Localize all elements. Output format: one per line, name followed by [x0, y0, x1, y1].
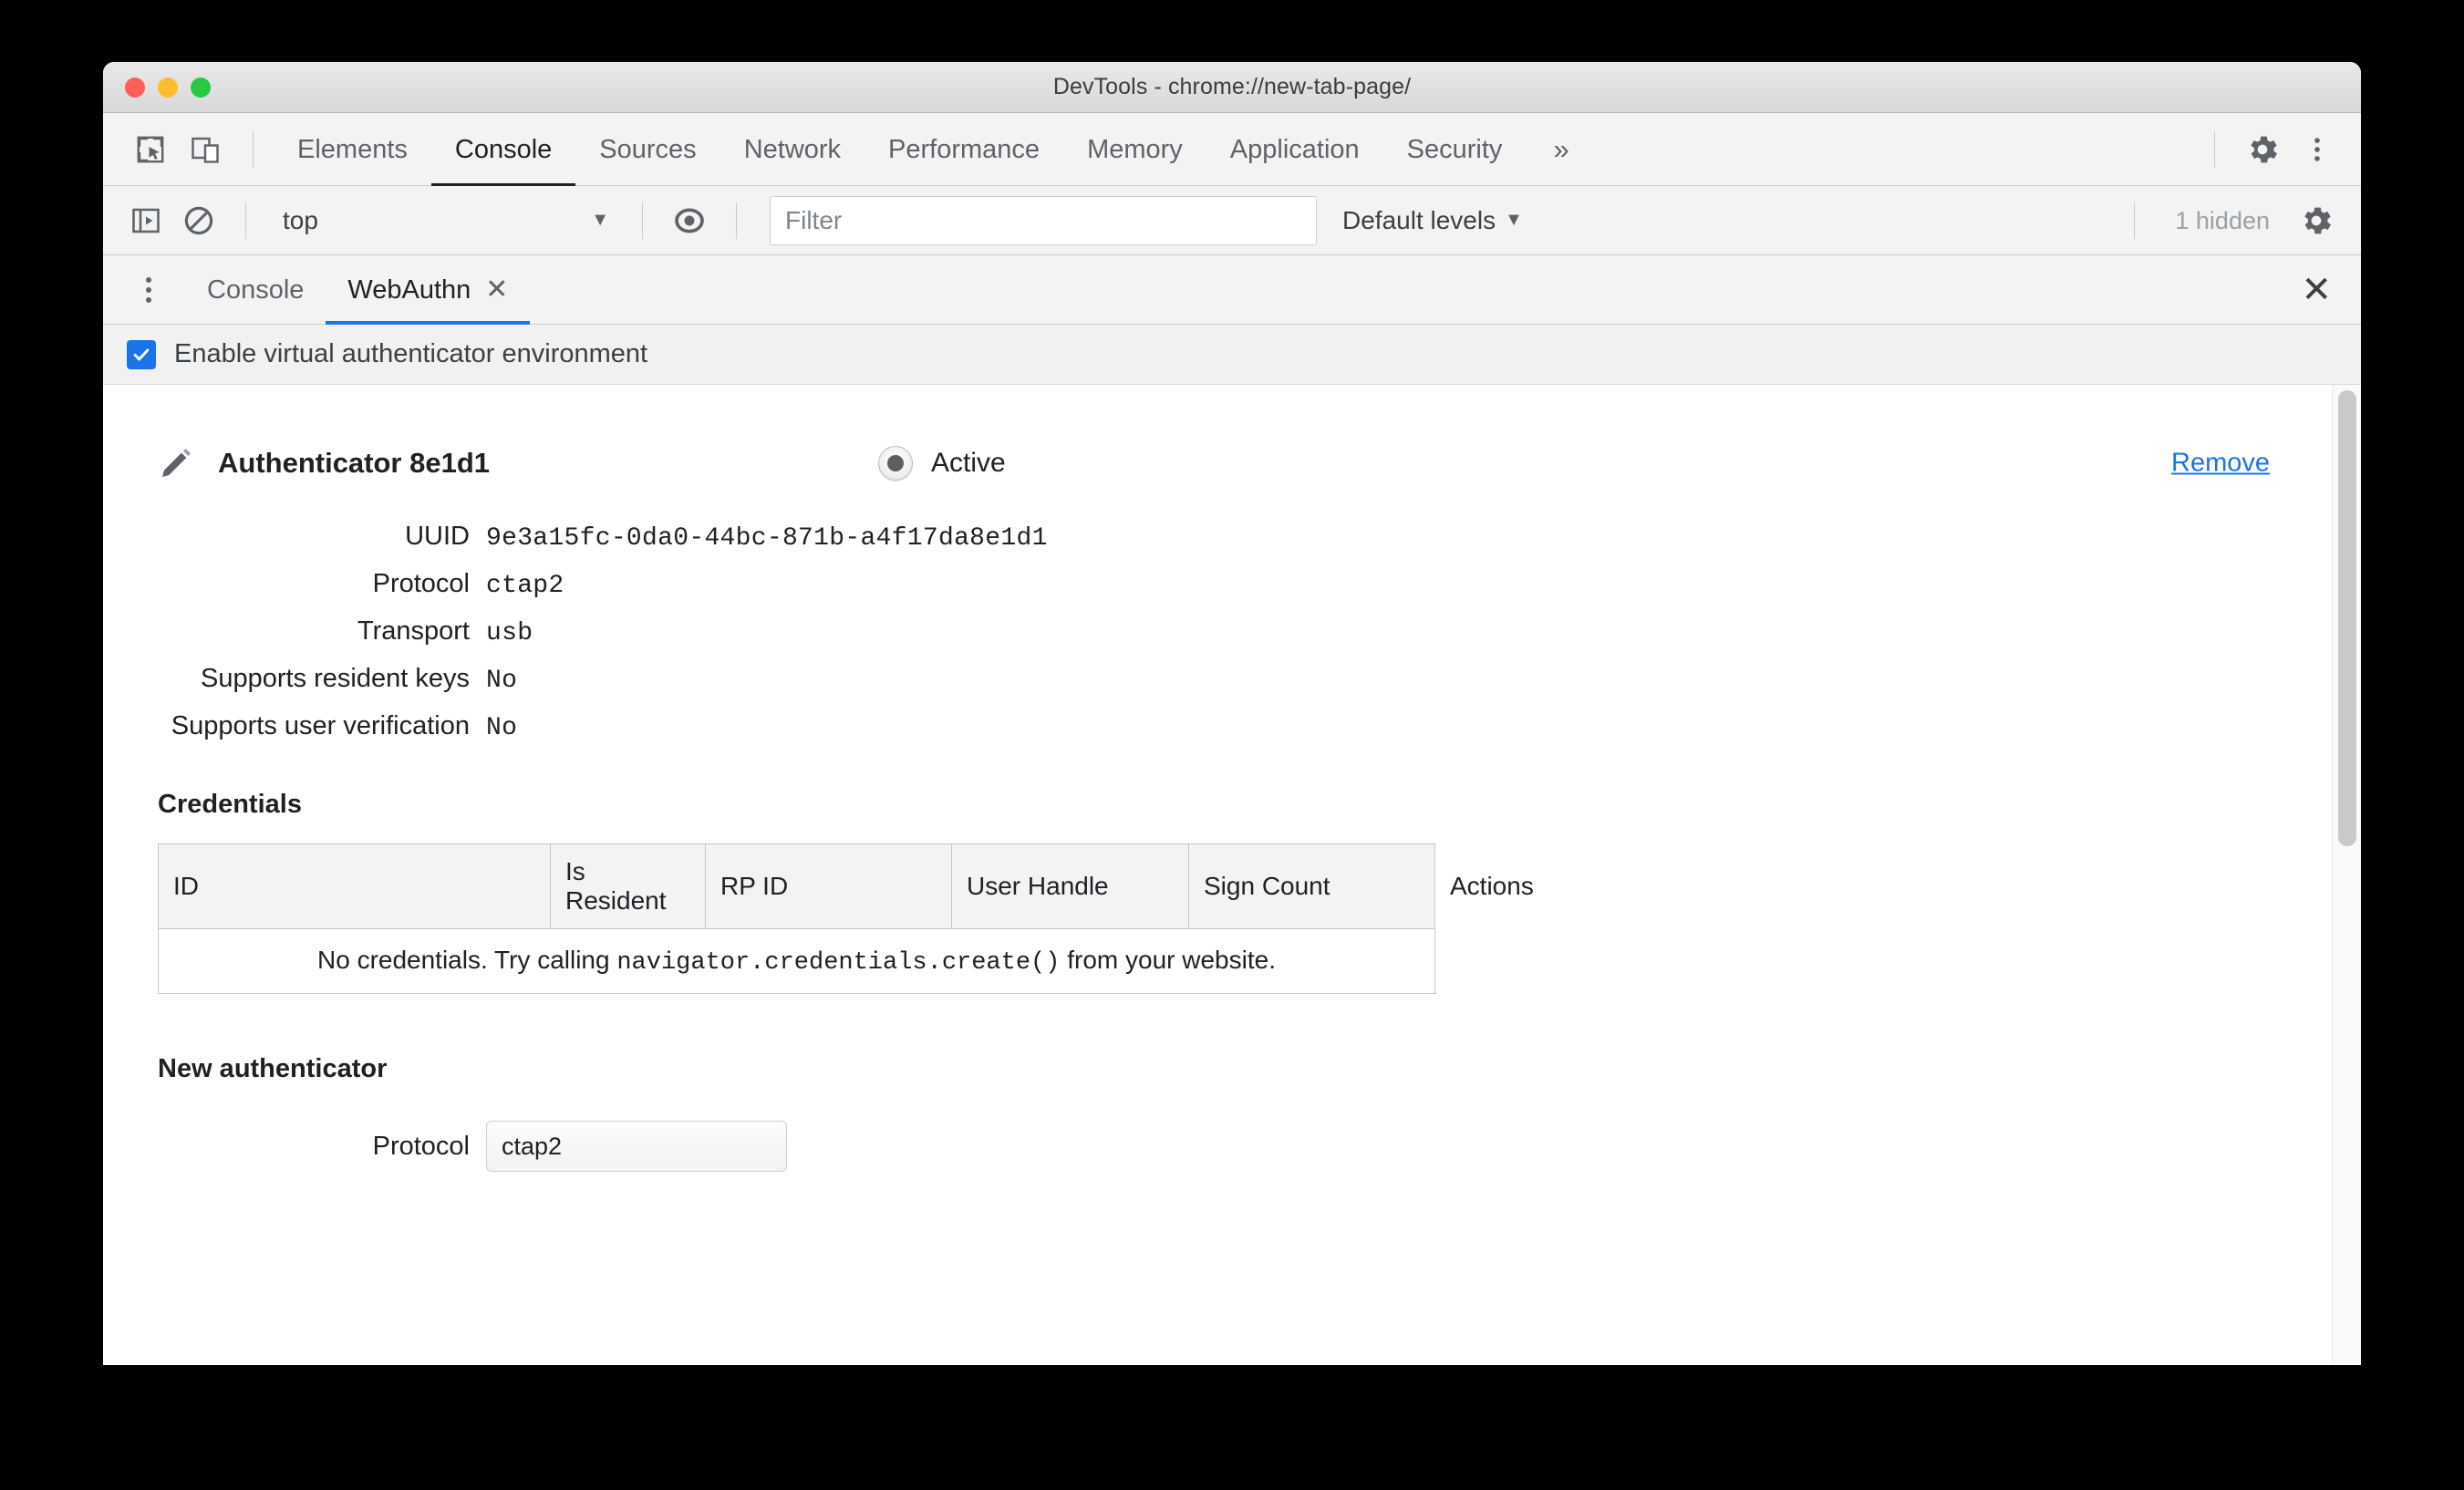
console-toolbar-right: 1 hidden [2114, 186, 2343, 255]
hidden-messages-count: 1 hidden [2175, 206, 2270, 234]
tab-security[interactable]: Security [1383, 113, 1527, 186]
table-header-row: ID Is Resident RP ID User Handle Sign Co… [158, 843, 1534, 929]
console-toolbar-divider-2 [642, 202, 643, 239]
window-title: DevTools - chrome://new-tab-page/ [1052, 74, 1412, 99]
authenticator-name: Authenticator 8e1d1 [218, 447, 491, 479]
title-bar: DevTools - chrome://new-tab-page/ [103, 62, 2361, 113]
maximize-window-button[interactable] [191, 77, 211, 98]
column-header-user-handle[interactable]: User Handle [951, 843, 1189, 929]
vertical-scrollbar[interactable] [2332, 385, 2361, 1363]
remove-authenticator-link[interactable]: Remove [2171, 449, 2270, 479]
field-supports-user-verification: Supports user verification No [158, 711, 2306, 742]
field-value: No [486, 714, 518, 742]
credentials-table: ID Is Resident RP ID User Handle Sign Co… [158, 843, 1534, 994]
devtools-window: DevTools - chrome://new-tab-page/ Elemen… [103, 62, 2361, 1365]
field-label: Supports user verification [171, 711, 470, 740]
column-header-sign-count[interactable]: Sign Count [1188, 843, 1435, 929]
log-levels-select[interactable]: Default levels ▼ [1330, 206, 1536, 235]
console-toolbar-divider-4 [2134, 202, 2136, 239]
column-header-rp-id[interactable]: RP ID [705, 843, 952, 929]
field-value: 9e3a15fc-0da0-44bc-871b-a4f17da8e1d1 [486, 524, 1048, 553]
field-value: No [486, 667, 518, 695]
new-authenticator-protocol-row: Protocol ctap2 [158, 1121, 2306, 1172]
field-protocol: Protocol ctap2 [158, 569, 2306, 600]
webauthn-panel: Authenticator 8e1d1 Active Remove UUID 9… [103, 385, 2361, 1363]
close-window-button[interactable] [125, 77, 145, 98]
tab-elements[interactable]: Elements [274, 113, 431, 186]
tab-application[interactable]: Application [1206, 113, 1383, 186]
scrollbar-thumb[interactable] [2338, 390, 2356, 846]
new-authenticator-protocol-select[interactable]: ctap2 [486, 1121, 787, 1172]
inspect-element-icon[interactable] [123, 122, 178, 177]
authenticator-fields: UUID 9e3a15fc-0da0-44bc-871b-a4f17da8e1d… [158, 522, 2306, 742]
device-toolbar-icon[interactable] [178, 122, 233, 177]
column-header-id[interactable]: ID [158, 843, 551, 929]
pencil-icon[interactable] [158, 445, 198, 481]
field-uuid: UUID 9e3a15fc-0da0-44bc-871b-a4f17da8e1d… [158, 522, 2306, 553]
no-credentials-code: navigator.credentials.create() [616, 949, 1061, 977]
field-value: usb [486, 619, 533, 647]
live-expression-icon[interactable] [663, 194, 716, 247]
console-toolbar: top ▼ Default levels ▼ 1 hidden [103, 186, 2361, 255]
authenticator-header: Authenticator 8e1d1 Active Remove [158, 436, 2306, 491]
field-label: Transport [357, 616, 470, 646]
tab-network[interactable]: Network [720, 113, 864, 186]
gear-icon[interactable] [2235, 122, 2290, 177]
enable-virtual-authenticator-row[interactable]: Enable virtual authenticator environment [103, 325, 2361, 385]
chevron-down-icon: ▼ [1505, 210, 1523, 230]
drawer-tab-webauthn[interactable]: WebAuthn ✕ [326, 255, 530, 325]
drawer-tab-label: WebAuthn [347, 274, 471, 305]
console-toolbar-divider-1 [245, 202, 246, 239]
tab-performance[interactable]: Performance [864, 113, 1063, 186]
execution-context-value: top [283, 205, 318, 234]
no-credentials-suffix: from your website. [1060, 946, 1276, 974]
no-credentials-prefix: No credentials. Try calling [317, 946, 617, 974]
drawer-close-icon[interactable]: ✕ [2301, 269, 2332, 311]
drawer-tab-console[interactable]: Console [185, 255, 326, 325]
tab-console[interactable]: Console [431, 113, 575, 186]
chevron-down-icon: ▼ [591, 210, 609, 230]
drawer-more-options-icon[interactable] [123, 264, 174, 316]
active-radio-button[interactable] [878, 446, 913, 481]
no-credentials-message: No credentials. Try calling navigator.cr… [159, 929, 1435, 994]
console-toolbar-divider-3 [736, 202, 737, 239]
execution-context-select[interactable]: top ▼ [266, 194, 622, 247]
table-empty-row: No credentials. Try calling navigator.cr… [159, 929, 1435, 994]
field-supports-resident-keys: Supports resident keys No [158, 664, 2306, 695]
field-label: UUID [405, 522, 470, 551]
minimize-window-button[interactable] [158, 77, 178, 98]
new-authenticator-title: New authenticator [158, 1054, 388, 1083]
clear-console-icon[interactable] [172, 194, 225, 247]
active-label: Active [931, 448, 1006, 478]
tab-sources[interactable]: Sources [575, 113, 720, 186]
column-header-is-resident[interactable]: Is Resident [550, 843, 706, 929]
enable-virtual-authenticator-checkbox[interactable] [127, 339, 156, 369]
close-icon[interactable]: ✕ [485, 255, 508, 325]
log-levels-label: Default levels [1342, 205, 1496, 234]
main-tab-bar: Elements Console Sources Network Perform… [103, 113, 2361, 186]
gear-icon[interactable] [2290, 194, 2343, 247]
drawer-tab-bar: Console WebAuthn ✕ ✕ [103, 255, 2361, 325]
field-transport: Transport usb [158, 616, 2306, 647]
field-value: ctap2 [486, 572, 564, 600]
field-label: Protocol [372, 569, 470, 598]
more-tabs-icon[interactable]: » [1526, 133, 1596, 166]
toolbar-divider-right [2214, 131, 2215, 168]
enable-virtual-authenticator-label: Enable virtual authenticator environment [174, 339, 648, 368]
authenticator-active-toggle[interactable]: Active [878, 446, 1006, 481]
new-authenticator-protocol-label: Protocol [372, 1131, 470, 1161]
tab-memory[interactable]: Memory [1063, 113, 1206, 186]
filter-input[interactable] [770, 195, 1317, 245]
console-sidebar-icon[interactable] [119, 194, 172, 247]
window-controls[interactable] [125, 77, 211, 98]
main-toolbar-actions [2194, 113, 2345, 186]
toolbar-divider [253, 130, 254, 168]
kebab-menu-icon[interactable] [2290, 122, 2345, 177]
field-label: Supports resident keys [201, 664, 470, 693]
drawer-tab-label: Console [207, 274, 305, 305]
credentials-title: Credentials [158, 790, 302, 819]
